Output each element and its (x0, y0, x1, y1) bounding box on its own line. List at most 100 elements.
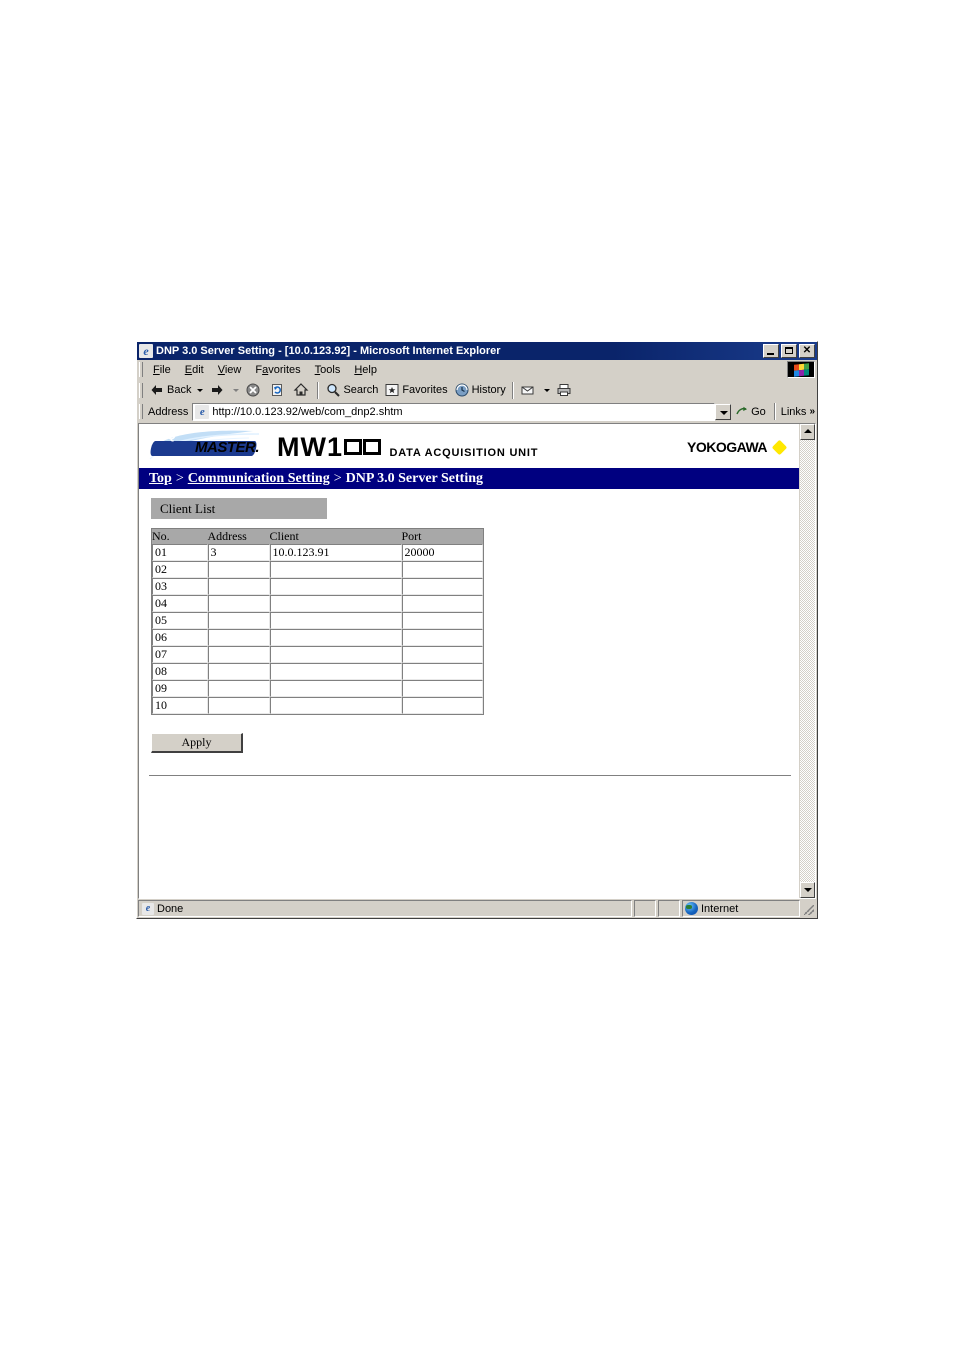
menu-edit[interactable]: Edit (178, 363, 211, 377)
row-client-input[interactable] (269, 680, 402, 697)
row-no-field[interactable]: 02 (152, 561, 208, 578)
row-address-input[interactable] (207, 612, 270, 629)
row-port-input[interactable] (401, 561, 483, 578)
row-address-input[interactable] (207, 680, 270, 697)
minimize-button[interactable] (763, 344, 779, 358)
row-client-input[interactable] (269, 612, 402, 629)
cell-address (207, 697, 270, 715)
favorites-star-icon (384, 382, 400, 398)
row-no-field[interactable]: 07 (152, 646, 208, 663)
row-no-field[interactable]: 05 (152, 612, 208, 629)
cell-port (401, 697, 484, 715)
menu-view[interactable]: View (211, 363, 249, 377)
row-address-input[interactable] (207, 578, 270, 595)
row-client-input[interactable]: 10.0.123.91 (269, 544, 402, 561)
stop-button[interactable] (242, 380, 266, 400)
row-port-input[interactable] (401, 629, 483, 646)
row-no-field[interactable]: 04 (152, 595, 208, 612)
toolbar-grip[interactable] (139, 382, 143, 398)
window-titlebar[interactable]: e DNP 3.0 Server Setting - [10.0.123.92]… (137, 342, 817, 360)
resize-grip[interactable] (802, 900, 816, 917)
print-button[interactable] (553, 380, 577, 400)
back-dropdown-icon[interactable] (197, 388, 204, 392)
row-no-field[interactable]: 06 (152, 629, 208, 646)
row-client-input[interactable] (269, 561, 402, 578)
cell-client (269, 629, 402, 646)
row-address-input[interactable]: 3 (207, 544, 270, 561)
apply-button[interactable]: Apply (151, 733, 243, 753)
history-button[interactable]: History (451, 380, 509, 400)
row-port-input[interactable] (401, 612, 483, 629)
breadcrumb-link-top[interactable]: Top (149, 471, 172, 487)
addressbar-grip[interactable] (139, 404, 143, 419)
row-port-input[interactable] (401, 646, 483, 663)
vertical-scrollbar[interactable] (799, 424, 815, 898)
row-port-input[interactable] (401, 663, 483, 680)
row-client-input[interactable] (269, 663, 402, 680)
row-client-input[interactable] (269, 646, 402, 663)
address-input[interactable]: e http://10.0.123.92/web/com_dnp2.shtm (192, 402, 716, 421)
cell-address: 3 (207, 544, 270, 561)
address-dropdown-button[interactable] (715, 403, 732, 420)
row-no-field[interactable]: 10 (152, 697, 208, 714)
maximize-button[interactable] (781, 344, 797, 358)
cell-address (207, 612, 270, 629)
row-address-input[interactable] (207, 629, 270, 646)
scroll-down-button[interactable] (800, 882, 815, 898)
scrollbar-track[interactable] (800, 440, 815, 882)
home-button[interactable] (290, 380, 314, 400)
close-button[interactable]: ✕ (799, 344, 815, 358)
row-client-input[interactable] (269, 629, 402, 646)
mail-button[interactable] (517, 380, 541, 400)
row-client-input[interactable] (269, 595, 402, 612)
links-button[interactable]: Links » (779, 406, 817, 418)
forward-button[interactable] (206, 380, 230, 400)
tab-client-list[interactable]: Client List (151, 498, 327, 519)
row-address-input[interactable] (207, 663, 270, 680)
row-client-input[interactable] (269, 578, 402, 595)
ie-animated-logo (787, 361, 815, 378)
row-port-input[interactable] (401, 697, 483, 714)
cell-port (401, 646, 484, 663)
security-zone-panel: Internet (682, 900, 800, 917)
menu-help[interactable]: Help (347, 363, 384, 377)
row-no-field[interactable]: 03 (152, 578, 208, 595)
favorites-button[interactable]: Favorites (381, 380, 450, 400)
stop-icon (245, 382, 261, 398)
mail-dropdown-icon[interactable] (543, 388, 550, 392)
cell-no: 07 (151, 646, 208, 663)
row-no-field[interactable]: 08 (152, 663, 208, 680)
refresh-button[interactable] (266, 380, 290, 400)
mw100-title: MW1 (277, 432, 390, 462)
page-brand-header: DAQ MASTER. MW1 DATA ACQUISITION UNIT YO… (139, 424, 799, 468)
row-no-field[interactable]: 09 (152, 680, 208, 697)
menu-file[interactable]: File (146, 363, 178, 377)
cell-address (207, 561, 270, 578)
window-controls: ✕ (763, 344, 816, 358)
cell-port (401, 663, 484, 680)
go-button[interactable]: Go (732, 405, 771, 419)
row-port-input[interactable] (401, 595, 483, 612)
menu-favorites[interactable]: Favorites (248, 363, 307, 377)
address-url-text: http://10.0.123.92/web/com_dnp2.shtm (212, 405, 403, 418)
table-row: 05 (151, 612, 484, 629)
back-button[interactable]: Back (146, 380, 194, 400)
row-address-input[interactable] (207, 697, 270, 714)
row-address-input[interactable] (207, 595, 270, 612)
row-port-input[interactable] (401, 578, 483, 595)
menubar-grip[interactable] (139, 362, 143, 377)
row-port-input[interactable]: 20000 (401, 544, 483, 561)
row-address-input[interactable] (207, 646, 270, 663)
breadcrumb-link-communication-setting[interactable]: Communication Setting (188, 471, 330, 487)
menu-tools[interactable]: Tools (308, 363, 348, 377)
row-port-input[interactable] (401, 680, 483, 697)
cell-port: 20000 (401, 544, 484, 561)
search-button[interactable]: Search (322, 380, 381, 400)
row-no-field[interactable]: 01 (152, 544, 208, 561)
cell-no: 10 (151, 697, 208, 715)
forward-dropdown-icon[interactable] (233, 388, 240, 392)
row-address-input[interactable] (207, 561, 270, 578)
scroll-up-button[interactable] (800, 424, 815, 440)
row-client-input[interactable] (269, 697, 402, 714)
daqmaster-master-text: MASTER. (195, 439, 260, 456)
